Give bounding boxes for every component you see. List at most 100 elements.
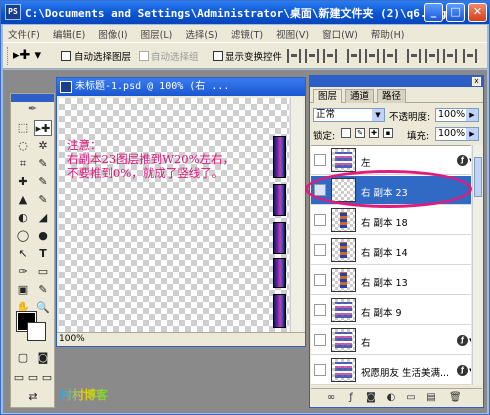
- screen-mode-full-icon[interactable]: ▭: [40, 370, 54, 386]
- type-tool-icon[interactable]: T: [34, 246, 52, 262]
- lock-all-checkbox[interactable]: ▪: [383, 128, 393, 138]
- screen-mode-standard-icon[interactable]: ▭: [12, 370, 26, 386]
- visibility-toggle[interactable]: [314, 334, 326, 346]
- align-bottom-icon[interactable]: [323, 49, 337, 63]
- layers-scrollbar[interactable]: [472, 145, 483, 385]
- shape-tool-icon[interactable]: ▭: [34, 264, 52, 280]
- menu-edit[interactable]: 编辑(E): [48, 25, 90, 41]
- marquee-tool-icon[interactable]: ⬚: [14, 120, 32, 136]
- visibility-toggle[interactable]: [314, 154, 326, 166]
- history-brush-tool-icon[interactable]: ✎: [34, 192, 52, 208]
- distribute-middle-icon[interactable]: [425, 49, 439, 63]
- visibility-toggle[interactable]: [314, 244, 326, 256]
- distribute-left-icon[interactable]: [463, 49, 477, 63]
- standard-mode-icon[interactable]: ▢: [14, 350, 32, 366]
- fill-field[interactable]: 100% ▶: [435, 127, 479, 141]
- document-title-bar[interactable]: 未标题-1.psd @ 100% (右 ...: [57, 78, 305, 96]
- dodge-tool-icon[interactable]: ●: [34, 228, 52, 244]
- expand-arrow-icon[interactable]: ▾: [469, 156, 471, 164]
- auto-select-layer-checkbox[interactable]: [61, 51, 71, 61]
- layer-effects-icon[interactable]: ƒ: [457, 155, 468, 166]
- canvas[interactable]: 注意： 右副本23图层推到W20%左右， 不要推到0%，就成了竖线了。: [59, 98, 289, 334]
- align-right-icon[interactable]: [383, 49, 397, 63]
- tab-paths[interactable]: 路径: [377, 89, 407, 103]
- visibility-toggle[interactable]: [314, 304, 326, 316]
- gradient-tool-icon[interactable]: ◢: [34, 210, 52, 226]
- blur-tool-icon[interactable]: ◯: [14, 228, 32, 244]
- visibility-toggle[interactable]: [314, 364, 326, 376]
- healing-brush-tool-icon[interactable]: ✚: [14, 174, 32, 190]
- align-top-icon[interactable]: [287, 49, 301, 63]
- clone-stamp-tool-icon[interactable]: ▲: [14, 192, 32, 208]
- tab-layers[interactable]: 图层: [313, 89, 343, 103]
- visibility-toggle[interactable]: [314, 214, 326, 226]
- lasso-tool-icon[interactable]: ◌: [14, 138, 32, 154]
- add-layer-style-icon[interactable]: ƒ: [345, 392, 357, 404]
- quick-mask-mode-icon[interactable]: ◙: [34, 350, 52, 366]
- path-selection-tool-icon[interactable]: ↖: [14, 246, 32, 262]
- toolbox-header[interactable]: [11, 94, 54, 102]
- distribute-bottom-icon[interactable]: [443, 49, 457, 63]
- new-group-icon[interactable]: ▭: [405, 392, 417, 404]
- menu-image[interactable]: 图像(I): [93, 25, 132, 41]
- panel-close-icon[interactable]: x: [472, 77, 481, 86]
- menu-select[interactable]: 选择(S): [180, 25, 222, 41]
- lock-transparency-checkbox[interactable]: [341, 128, 351, 138]
- menu-view[interactable]: 视图(V): [271, 25, 314, 41]
- background-color-swatch[interactable]: [27, 322, 46, 341]
- expand-arrow-icon[interactable]: ▾: [469, 366, 471, 374]
- zoom-level[interactable]: 100%: [59, 334, 85, 344]
- layer-row[interactable]: 右 ƒ ▾: [311, 326, 471, 355]
- visibility-toggle[interactable]: [314, 274, 326, 286]
- title-bar[interactable]: PS C:\Documents and Settings\Administrat…: [1, 1, 489, 24]
- move-tool-icon[interactable]: ▸✚: [34, 120, 52, 136]
- crop-tool-icon[interactable]: ⌗: [14, 156, 32, 172]
- screen-mode-full-menu-icon[interactable]: ▭: [26, 370, 40, 386]
- layer-row[interactable]: 左 ƒ ▾: [311, 146, 471, 175]
- menu-layer[interactable]: 图层(L): [136, 25, 178, 41]
- eyedropper-tool-icon[interactable]: ✎: [34, 282, 52, 298]
- document-vertical-scrollbar[interactable]: [290, 98, 303, 334]
- close-button[interactable]: ✕: [468, 3, 487, 22]
- show-transform-checkbox[interactable]: [213, 51, 223, 61]
- link-layers-icon[interactable]: ∞: [325, 392, 337, 404]
- slice-tool-icon[interactable]: ✎: [34, 156, 52, 172]
- add-mask-icon[interactable]: ◙: [365, 392, 377, 404]
- auto-select-group-checkbox[interactable]: [139, 51, 149, 61]
- layers-scrollbar-thumb[interactable]: [474, 157, 482, 197]
- layers-panel-header[interactable]: x: [310, 76, 483, 87]
- layer-row[interactable]: 右 副本 18: [311, 206, 471, 235]
- visibility-toggle[interactable]: [314, 184, 326, 196]
- minimize-button[interactable]: _: [424, 3, 443, 22]
- delete-layer-icon[interactable]: 🗑: [449, 392, 462, 404]
- magic-wand-tool-icon[interactable]: ✲: [34, 138, 52, 154]
- lock-position-checkbox[interactable]: ✚: [369, 128, 379, 138]
- opacity-field[interactable]: 100% ▶: [435, 108, 479, 122]
- layer-row[interactable]: 右 副本 9: [311, 296, 471, 325]
- new-layer-icon[interactable]: ▤: [425, 392, 437, 404]
- align-center-icon[interactable]: [365, 49, 379, 63]
- menu-filter[interactable]: 滤镜(T): [226, 25, 268, 41]
- zoom-tool-icon[interactable]: 🔍: [34, 300, 52, 316]
- options-grip[interactable]: [7, 47, 10, 65]
- pen-tool-icon[interactable]: ✑: [14, 264, 32, 280]
- menu-help[interactable]: 帮助(H): [366, 25, 410, 41]
- layer-effects-icon[interactable]: ƒ: [457, 335, 468, 346]
- jump-to-imageready-icon[interactable]: ⇄: [24, 389, 42, 405]
- distribute-top-icon[interactable]: [407, 49, 421, 63]
- tab-channels[interactable]: 通道: [345, 89, 375, 103]
- maximize-button[interactable]: □: [446, 3, 465, 22]
- layer-row[interactable]: 右 副本 13: [311, 266, 471, 295]
- layer-effects-icon[interactable]: ƒ: [457, 365, 468, 376]
- align-middle-icon[interactable]: [305, 49, 319, 63]
- lock-pixels-checkbox[interactable]: ✎: [355, 128, 365, 138]
- menu-file[interactable]: 文件(F): [3, 25, 45, 41]
- layer-row[interactable]: 祝愿朋友 生活美满... ƒ ▾: [311, 356, 471, 385]
- brush-tool-icon[interactable]: ✎: [34, 174, 52, 190]
- expand-arrow-icon[interactable]: ▾: [469, 336, 471, 344]
- menu-window[interactable]: 窗口(W): [317, 25, 363, 41]
- move-tool-preset-icon[interactable]: ▸✚ ▾: [13, 48, 49, 65]
- notes-tool-icon[interactable]: ▣: [14, 282, 32, 298]
- adjustment-layer-icon[interactable]: ◐: [385, 392, 397, 404]
- layer-row[interactable]: 右 副本 14: [311, 236, 471, 265]
